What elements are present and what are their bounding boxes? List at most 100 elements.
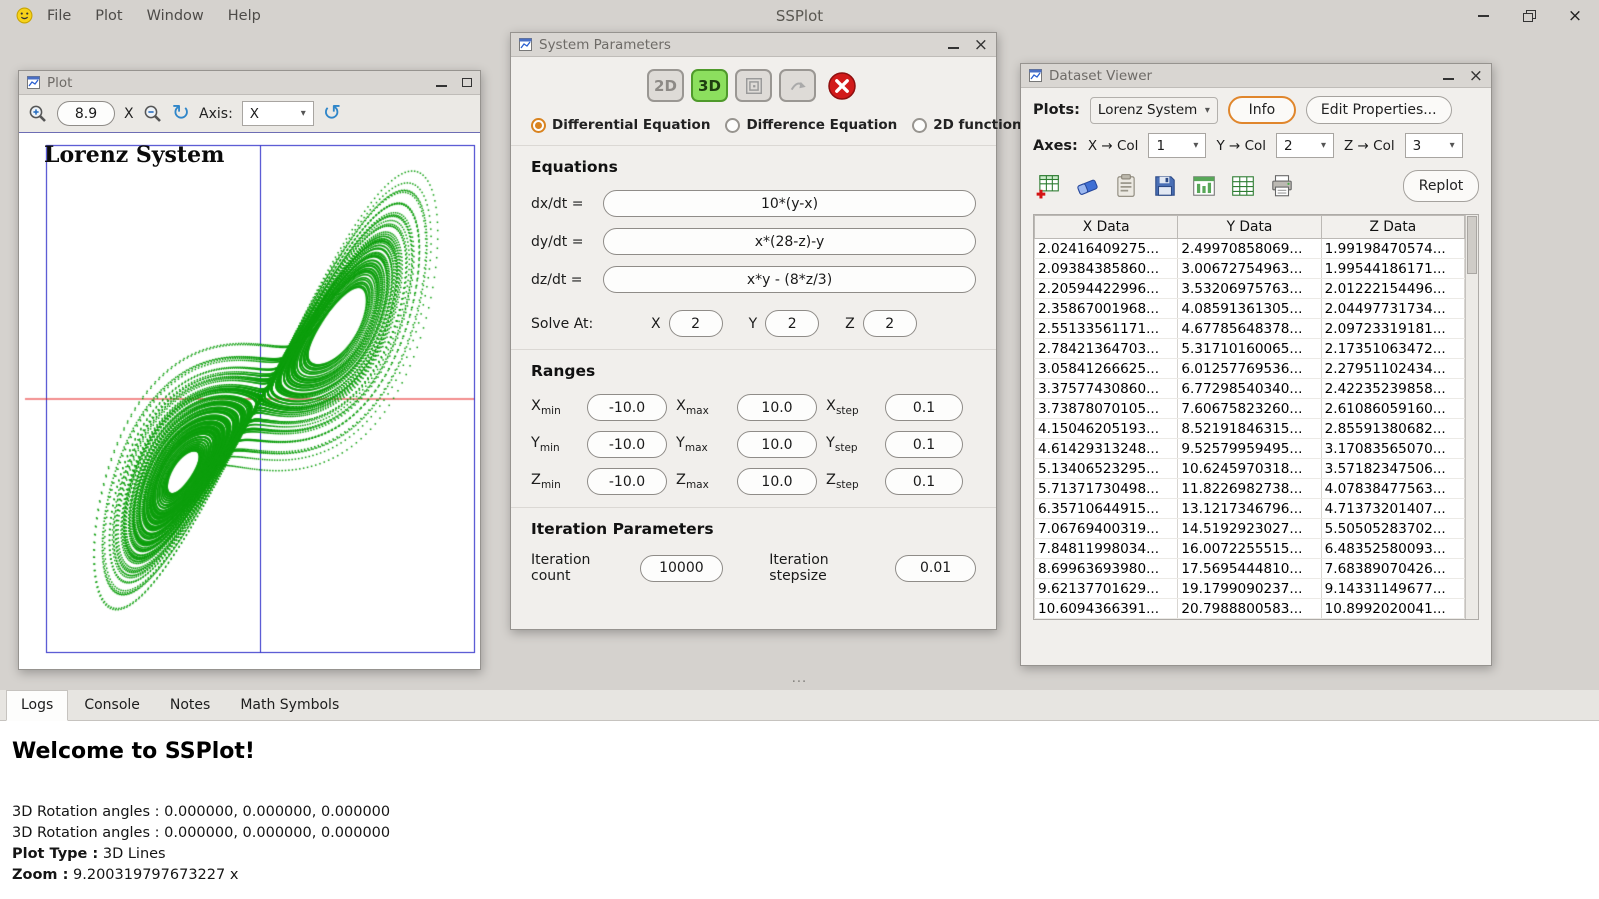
table-cell: 9.62137701629...: [1033, 578, 1179, 599]
table-row[interactable]: 8.69963693980... 17.5695444810... 7.683890…: [1033, 558, 1466, 579]
radio-icon: [912, 117, 928, 133]
info-button[interactable]: Info: [1227, 96, 1296, 124]
phase-portrait-button[interactable]: [735, 69, 772, 102]
table-row[interactable]: 7.06769400319... 14.5192923027... 5.505052…: [1033, 518, 1466, 539]
save-button[interactable]: [1150, 171, 1180, 201]
xmin-input[interactable]: -10.0: [587, 394, 667, 421]
y-col-label: Y → Col: [1216, 137, 1267, 154]
table-row[interactable]: 9.62137701629... 19.1799090237... 9.143311…: [1033, 578, 1466, 599]
table-row[interactable]: 2.35867001968... 4.08591361305... 2.044977…: [1033, 298, 1466, 319]
table-row[interactable]: 3.73878070105... 7.60675823260... 2.610860…: [1033, 398, 1466, 419]
table-row[interactable]: 5.13406523295... 10.6245970318... 3.571823…: [1033, 458, 1466, 479]
menu-file[interactable]: File: [47, 8, 71, 24]
mode-2d-button[interactable]: 2D: [647, 69, 684, 102]
rotate-ccw-button[interactable]: ↺: [323, 102, 341, 125]
system-parameters-titlebar[interactable]: System Parameters ×: [511, 33, 996, 57]
plot-select[interactable]: Lorenz System ▾: [1089, 96, 1218, 124]
zoom-in-button[interactable]: [28, 104, 48, 124]
table-row[interactable]: 3.05841266625... 6.01257769536... 2.279511…: [1033, 358, 1466, 379]
plot-window-titlebar[interactable]: Plot: [19, 71, 480, 95]
radio-label: Differential Equation: [552, 117, 711, 133]
iteration-count-input[interactable]: 10000: [640, 554, 723, 582]
chart-window-icon: [27, 76, 40, 89]
dy-dt-input[interactable]: x*(28-z)-y: [603, 228, 976, 255]
export-table-button[interactable]: [1189, 171, 1219, 201]
iteration-stepsize-input[interactable]: 0.01: [895, 554, 976, 582]
plot-minimize-button[interactable]: [436, 75, 447, 91]
table-row[interactable]: 4.61429313248... 9.52579959495... 3.170835…: [1033, 438, 1466, 459]
table-cell: 2.27951102434...: [1320, 358, 1466, 379]
sysparams-minimize-button[interactable]: [947, 37, 959, 53]
table-row[interactable]: 6.35710644915... 13.1217346796... 4.713732…: [1033, 498, 1466, 519]
table-row[interactable]: 2.78421364703... 5.31710160065... 2.173510…: [1033, 338, 1466, 359]
vector-field-button[interactable]: [779, 69, 816, 102]
table-row[interactable]: 3.37577430860... 6.77298540340... 2.422352…: [1033, 378, 1466, 399]
zmax-input[interactable]: 10.0: [737, 468, 817, 495]
tab-console[interactable]: Console: [70, 691, 154, 720]
dataset-close-button[interactable]: ×: [1469, 67, 1483, 84]
split-handle[interactable]: ···: [0, 676, 1599, 690]
table-row[interactable]: 2.55133561171... 4.67785648378... 2.097233…: [1033, 318, 1466, 339]
menu-help[interactable]: Help: [228, 8, 261, 24]
tab-logs[interactable]: Logs: [6, 690, 69, 721]
x-col-select[interactable]: 1 ▾: [1148, 133, 1207, 158]
z-col-select[interactable]: 3 ▾: [1404, 133, 1463, 158]
zoom-out-button[interactable]: [143, 104, 163, 124]
dx-dt-input[interactable]: 10*(y-x): [603, 190, 976, 217]
zmin-input[interactable]: -10.0: [587, 468, 667, 495]
xstep-label: Xstep: [826, 398, 859, 417]
dz-dt-input[interactable]: x*y - (8*z/3): [603, 266, 976, 293]
scrollbar-thumb[interactable]: [1467, 216, 1477, 274]
table-scrollbar[interactable]: [1465, 215, 1478, 619]
plot-maximize-button[interactable]: [462, 75, 472, 91]
table-row[interactable]: 10.6094366391... 20.7988800583... 10.89920…: [1033, 598, 1466, 619]
col-header-z-data[interactable]: Z Data: [1320, 215, 1466, 239]
sysparams-close-button[interactable]: ×: [974, 36, 988, 53]
table-row[interactable]: 4.15046205193... 8.52191846315... 2.855913…: [1033, 418, 1466, 439]
zstep-input[interactable]: 0.1: [885, 468, 963, 495]
add-data-button[interactable]: [1033, 171, 1063, 201]
paste-button[interactable]: [1111, 171, 1141, 201]
radio-2d-function[interactable]: 2D function: [912, 117, 1022, 133]
xmax-label: Xmax: [676, 398, 709, 417]
plot-canvas[interactable]: [19, 133, 480, 669]
rotate-cw-button[interactable]: ↻: [172, 102, 190, 125]
tab-math-symbols[interactable]: Math Symbols: [226, 691, 353, 720]
solve-x-input[interactable]: 2: [668, 310, 723, 337]
clear-data-button[interactable]: [1072, 171, 1102, 201]
ymin-input[interactable]: -10.0: [587, 431, 667, 458]
dataset-minimize-button[interactable]: [1442, 68, 1454, 84]
axis-select[interactable]: X ▾: [241, 101, 314, 126]
solve-z-input[interactable]: 2: [862, 310, 917, 337]
menu-plot[interactable]: Plot: [95, 8, 122, 24]
radio-differential-equation[interactable]: Differential Equation: [531, 117, 710, 133]
close-button[interactable]: ×: [1567, 6, 1583, 26]
radio-difference-equation[interactable]: Difference Equation: [725, 117, 897, 133]
minimize-button[interactable]: [1475, 8, 1491, 24]
printer-icon: [1272, 175, 1292, 197]
y-col-select[interactable]: 2 ▾: [1276, 133, 1335, 158]
solve-y-input[interactable]: 2: [765, 310, 820, 337]
col-header-y-data[interactable]: Y Data: [1177, 215, 1322, 239]
mode-3d-button[interactable]: 3D: [691, 69, 728, 102]
replot-button[interactable]: Replot: [1403, 170, 1479, 202]
menu-window[interactable]: Window: [147, 8, 204, 24]
edit-properties-button[interactable]: Edit Properties...: [1305, 96, 1452, 124]
col-header-x-data[interactable]: X Data: [1033, 215, 1179, 239]
xstep-input[interactable]: 0.1: [885, 394, 963, 421]
zoom-value-input[interactable]: 8.9: [57, 101, 115, 126]
table-row[interactable]: 5.71371730498... 11.8226982738... 4.078384…: [1033, 478, 1466, 499]
restore-button[interactable]: [1521, 8, 1537, 24]
table-row[interactable]: 7.84811998034... 16.0072255515... 6.483525…: [1033, 538, 1466, 559]
table-row[interactable]: 2.02416409275... 2.49970858069... 1.991984…: [1033, 238, 1466, 259]
tab-notes[interactable]: Notes: [156, 691, 224, 720]
table-row[interactable]: 2.20594422996... 3.53206975763... 2.012221…: [1033, 278, 1466, 299]
ystep-input[interactable]: 0.1: [885, 431, 963, 458]
ymax-input[interactable]: 10.0: [737, 431, 817, 458]
print-button[interactable]: [1267, 171, 1297, 201]
dataset-viewer-titlebar[interactable]: Dataset Viewer ×: [1021, 64, 1491, 88]
close-solver-button[interactable]: [823, 69, 860, 102]
table-grid-button[interactable]: [1228, 171, 1258, 201]
table-row[interactable]: 2.09384385860... 3.00672754963... 1.995441…: [1033, 258, 1466, 279]
xmax-input[interactable]: 10.0: [737, 394, 817, 421]
